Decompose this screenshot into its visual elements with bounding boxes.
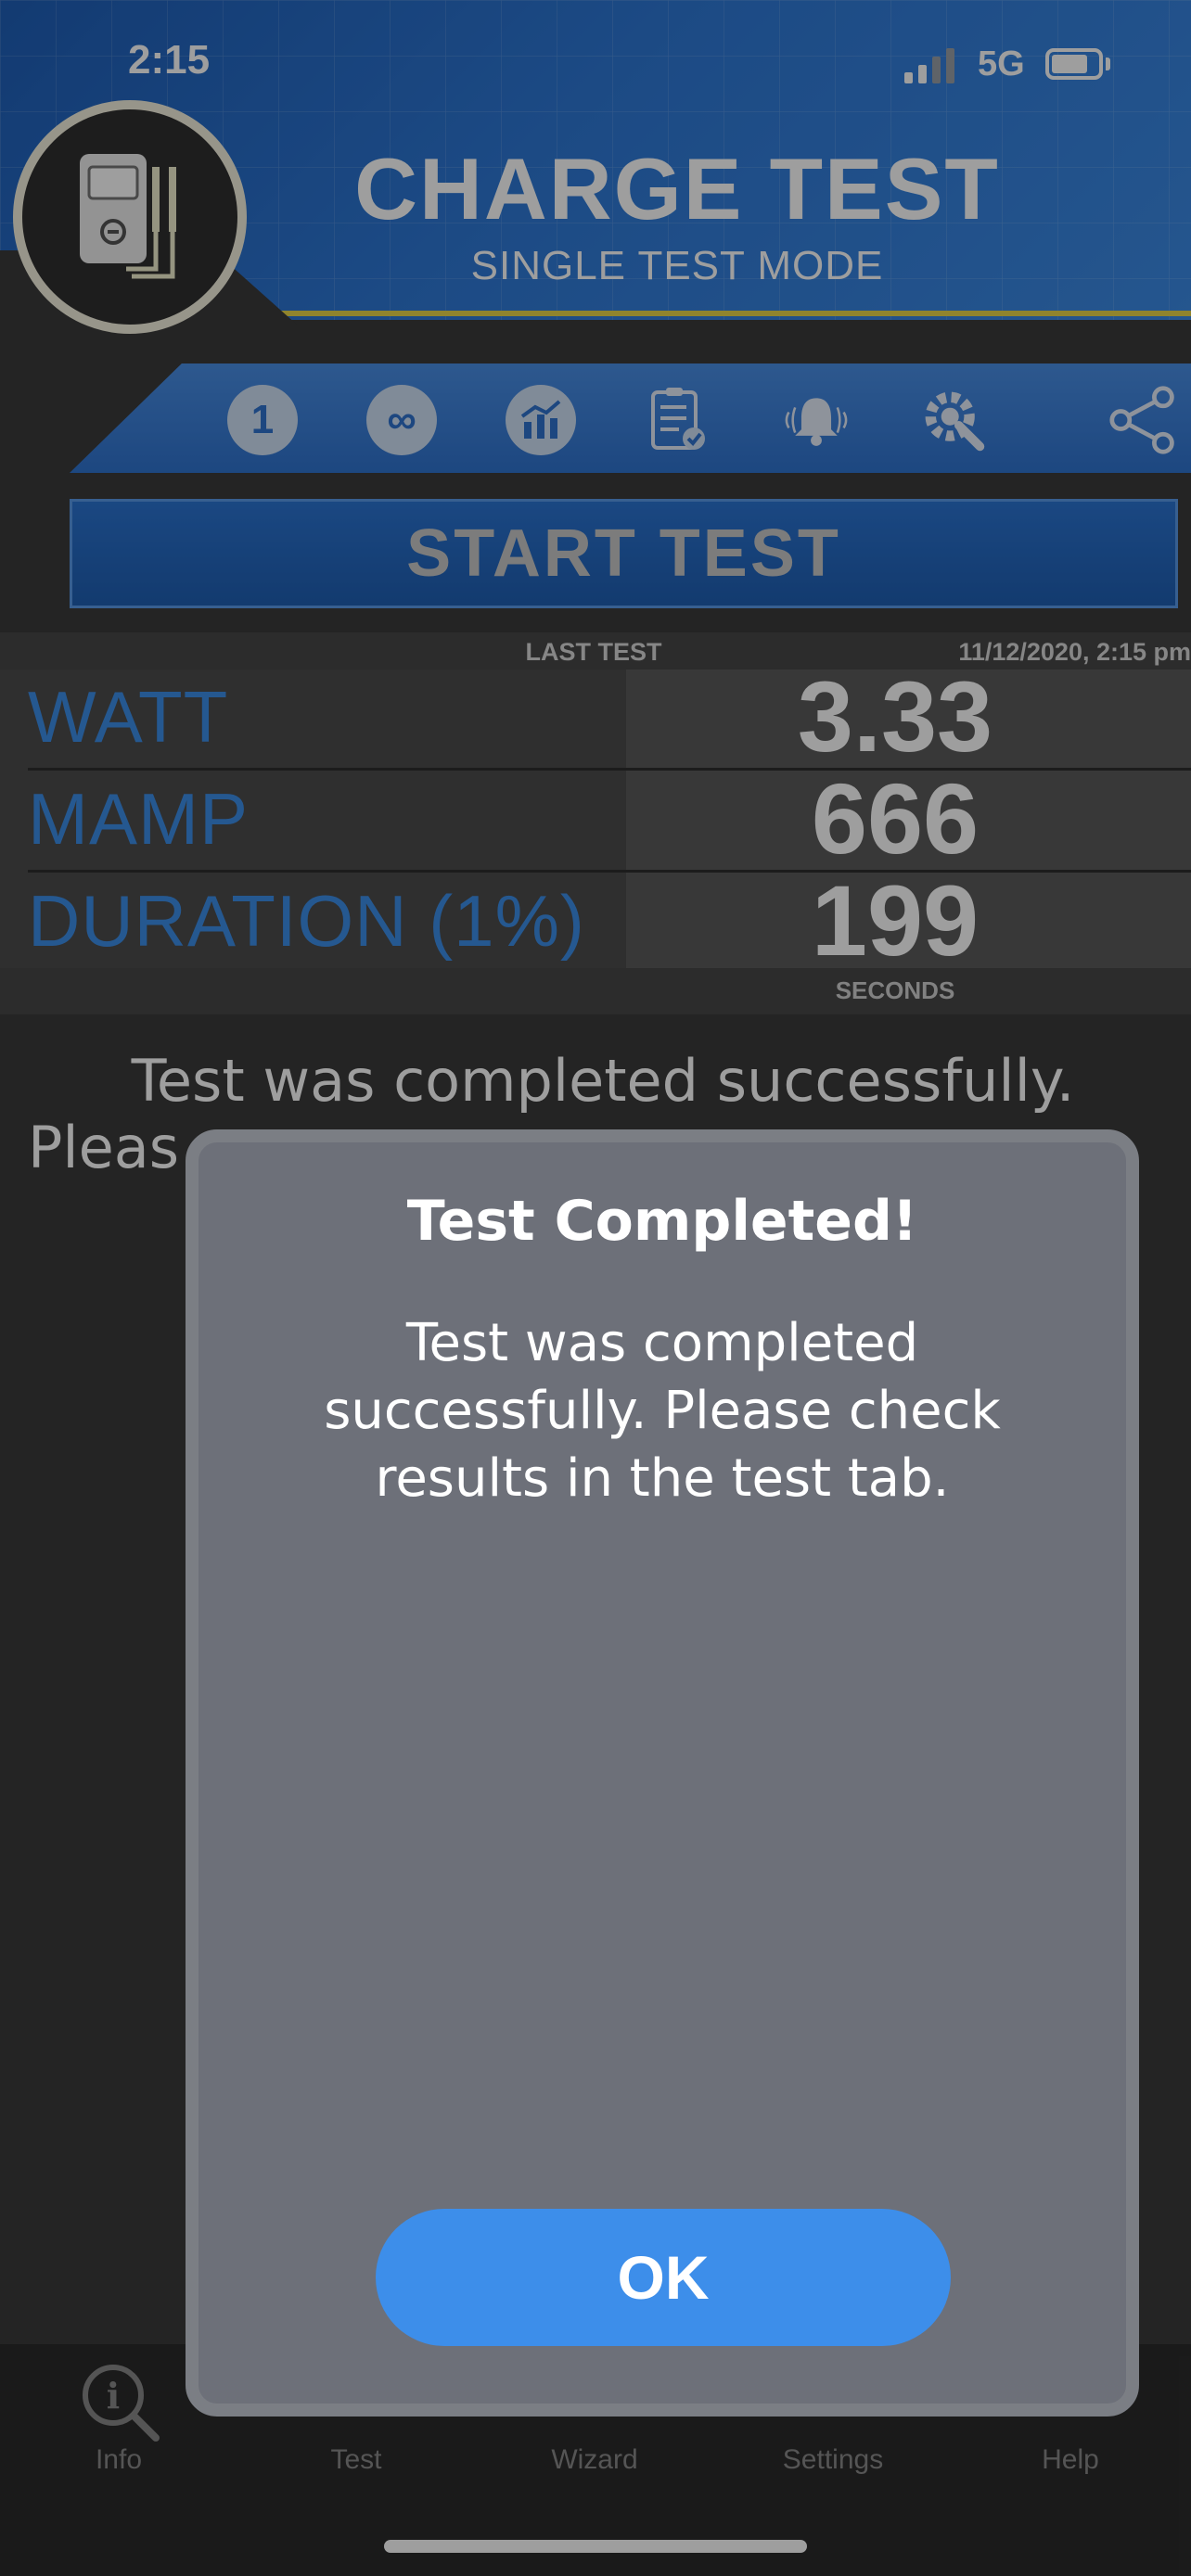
ok-button[interactable]: OK bbox=[376, 2209, 951, 2346]
dialog-title: Test Completed! bbox=[406, 1189, 918, 1254]
dialog-message: Test was completed successfully. Please … bbox=[324, 1313, 1001, 1509]
